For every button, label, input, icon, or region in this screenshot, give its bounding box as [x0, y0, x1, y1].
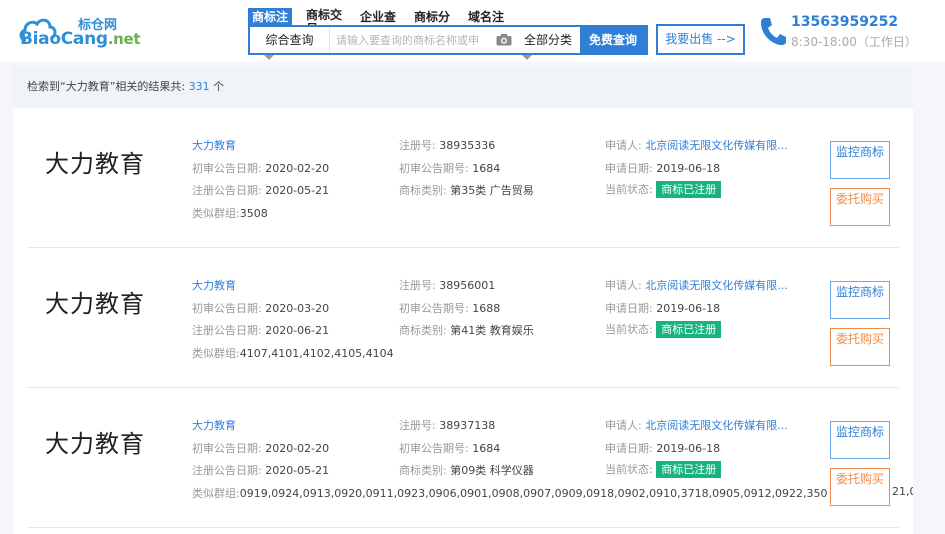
caret-down-icon [522, 55, 532, 60]
reg-date-field: 注册公告日期: 2020-06-21 [192, 324, 330, 337]
sell-button[interactable]: 我要出售 --> [656, 24, 745, 55]
similar-group-field: 类似群组:3508 [192, 207, 268, 220]
free-search-button[interactable]: 免费查询 [580, 27, 646, 53]
result-count: 331 [188, 80, 210, 93]
tab-domain-register[interactable]: 域名注 [468, 8, 504, 26]
search-input[interactable] [336, 30, 492, 50]
status-field: 当前状态: 商标已注册 [605, 321, 722, 338]
apply-date-field: 申请日期: 2019-06-18 [605, 442, 721, 455]
search-type-select[interactable]: 综合查询 [250, 27, 330, 53]
list-item: 大力教育 大力教育 初审公告日期: 2020-02-20 注册公告日期: 202… [27, 108, 899, 248]
monitor-trademark-button[interactable]: 监控商标 [830, 281, 890, 319]
trademark-image[interactable]: 大力教育 [45, 284, 145, 319]
reg-date-field: 注册公告日期: 2020-05-21 [192, 464, 330, 477]
applicant-link[interactable]: 北京阅读无限文化传媒有限... [645, 139, 788, 152]
reg-no-field: 注册号: 38935336 [399, 139, 496, 152]
trademark-name-link[interactable]: 大力教育 [192, 137, 236, 153]
trademark-image[interactable]: 大力教育 [45, 424, 145, 459]
tab-trademark-class[interactable]: 商标分 [414, 8, 450, 26]
tab-trademark-register[interactable]: 商标注 [248, 8, 293, 26]
tab-trademark-trade[interactable]: 商标交易 [306, 8, 346, 36]
applicant-link[interactable]: 北京阅读无限文化传媒有限... [645, 279, 788, 292]
status-badge: 商标已注册 [656, 461, 722, 478]
camera-icon[interactable] [496, 34, 512, 46]
category-select[interactable]: 全部分类 [516, 27, 580, 53]
prelim-date-field: 初审公告日期: 2020-03-20 [192, 302, 330, 315]
apply-date-field: 申请日期: 2019-06-18 [605, 162, 721, 175]
applicant-field: 申请人: 北京阅读无限文化传媒有限... [605, 139, 788, 152]
reg-no-field: 注册号: 38956001 [399, 279, 496, 292]
similar-group-tail: 21,0904 [892, 485, 913, 498]
logo-en-text: BiaoCang.net [20, 29, 141, 49]
commission-buy-button[interactable]: 委托购买 [830, 328, 890, 366]
status-badge: 商标已注册 [656, 181, 722, 198]
header: 标仓网 BiaoCang.net 商标注 商标交易 企业查 商标分 域名注 综合… [0, 0, 945, 62]
status-badge: 商标已注册 [656, 321, 722, 338]
prelim-no-field: 初审公告期号: 1688 [399, 302, 501, 315]
reg-no-field: 注册号: 38937138 [399, 419, 496, 432]
tab-company-search[interactable]: 企业查 [360, 8, 396, 26]
list-item: 大力教育 大力教育 初审公告日期: 2020-02-20 注册公告日期: 202… [27, 388, 913, 528]
prelim-no-field: 初审公告期号: 1684 [399, 162, 501, 175]
category-field: 商标类别: 第09类 科学仪器 [399, 464, 534, 477]
applicant-link[interactable]: 北京阅读无限文化传媒有限... [645, 419, 788, 432]
similar-group-field: 类似群组:0919,0924,0913,0920,0911,0923,0906,… [192, 487, 828, 500]
category-field: 商标类别: 第35类 广告贸易 [399, 184, 534, 197]
commission-buy-button[interactable]: 委托购买 [830, 468, 890, 506]
apply-date-field: 申请日期: 2019-06-18 [605, 302, 721, 315]
prelim-date-field: 初审公告日期: 2020-02-20 [192, 162, 330, 175]
result-prefix: 检索到“大力教育”相关的结果共: [27, 80, 186, 93]
applicant-field: 申请人: 北京阅读无限文化传媒有限... [605, 419, 788, 432]
result-suffix: 个 [213, 80, 225, 93]
similar-group-field: 类似群组:4107,4101,4102,4105,4104 [192, 347, 394, 360]
phone-number: 13563959252 [791, 14, 899, 30]
category-field: 商标类别: 第41类 教育娱乐 [399, 324, 534, 337]
status-field: 当前状态: 商标已注册 [605, 461, 722, 478]
trademark-name-link[interactable]: 大力教育 [192, 417, 236, 433]
commission-buy-button[interactable]: 委托购买 [830, 188, 890, 226]
service-hours: 8:30-18:00（工作日） [791, 35, 917, 49]
reg-date-field: 注册公告日期: 2020-05-21 [192, 184, 330, 197]
caret-down-icon [264, 55, 274, 60]
prelim-date-field: 初审公告日期: 2020-02-20 [192, 442, 330, 455]
result-list: 大力教育 大力教育 初审公告日期: 2020-02-20 注册公告日期: 202… [13, 108, 913, 534]
prelim-no-field: 初审公告期号: 1684 [399, 442, 501, 455]
monitor-trademark-button[interactable]: 监控商标 [830, 141, 890, 179]
trademark-image[interactable]: 大力教育 [45, 144, 145, 179]
search-bar: 综合查询 全部分类 免费查询 [248, 25, 648, 55]
result-summary: 检索到“大力教育”相关的结果共: 331 个 [13, 66, 913, 108]
trademark-name-link[interactable]: 大力教育 [192, 277, 236, 293]
phone-icon [761, 18, 786, 45]
applicant-field: 申请人: 北京阅读无限文化传媒有限... [605, 279, 788, 292]
monitor-trademark-button[interactable]: 监控商标 [830, 421, 890, 459]
site-logo[interactable]: 标仓网 BiaoCang.net [18, 10, 141, 50]
list-item: 大力教育 大力教育 初审公告日期: 2020-03-20 注册公告日期: 202… [27, 248, 899, 388]
status-field: 当前状态: 商标已注册 [605, 181, 722, 198]
